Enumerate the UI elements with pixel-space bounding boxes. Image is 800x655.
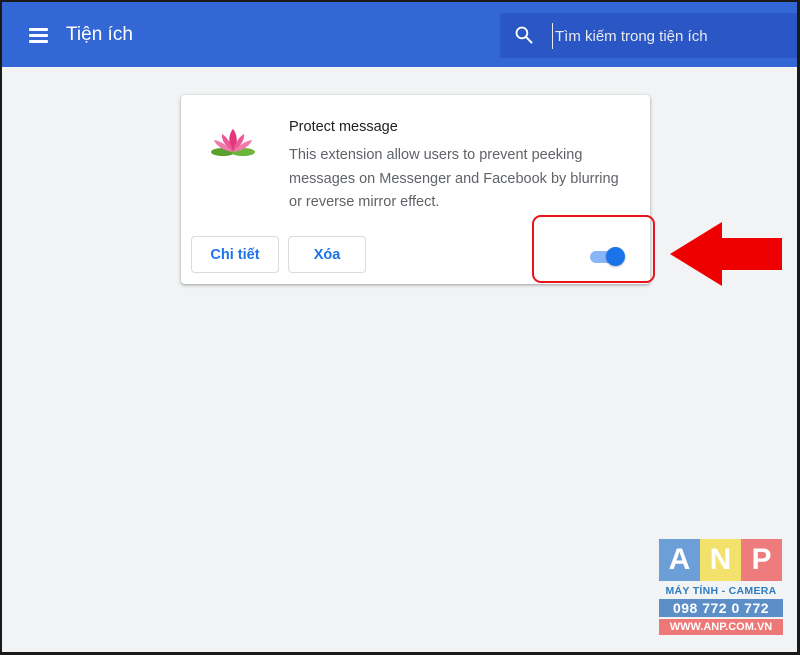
logo-phone: 098 772 0 772 bbox=[659, 599, 783, 617]
logo-website: WWW.ANP.COM.VN bbox=[659, 619, 783, 635]
lotus-flower-icon bbox=[211, 129, 255, 156]
search-icon[interactable] bbox=[514, 25, 534, 45]
logo-letter-p: P bbox=[741, 539, 782, 581]
red-arrow-left-icon bbox=[670, 222, 782, 286]
logo-letters: A N P bbox=[659, 539, 783, 581]
toggle-highlight-box bbox=[532, 215, 655, 283]
extensions-page: Tiện ích Protect message This extension … bbox=[2, 2, 797, 652]
logo-tagline: MÁY TÍNH - CAMERA bbox=[665, 585, 777, 597]
extension-description: This extension allow users to prevent pe… bbox=[289, 147, 619, 210]
logo-letter-n: N bbox=[700, 539, 741, 581]
anp-watermark-logo: A N P MÁY TÍNH - CAMERA 098 772 0 772 WW… bbox=[659, 539, 783, 637]
extension-name: Protect message bbox=[289, 119, 398, 135]
search-box[interactable] bbox=[500, 13, 797, 58]
remove-button[interactable]: Xóa bbox=[288, 236, 366, 273]
top-bar: Tiện ích bbox=[2, 2, 797, 67]
logo-letter-a: A bbox=[659, 539, 700, 581]
page-title: Tiện ích bbox=[66, 24, 133, 45]
search-input[interactable] bbox=[552, 23, 787, 49]
hamburger-menu-icon[interactable] bbox=[29, 26, 51, 44]
details-button[interactable]: Chi tiết bbox=[191, 236, 279, 273]
